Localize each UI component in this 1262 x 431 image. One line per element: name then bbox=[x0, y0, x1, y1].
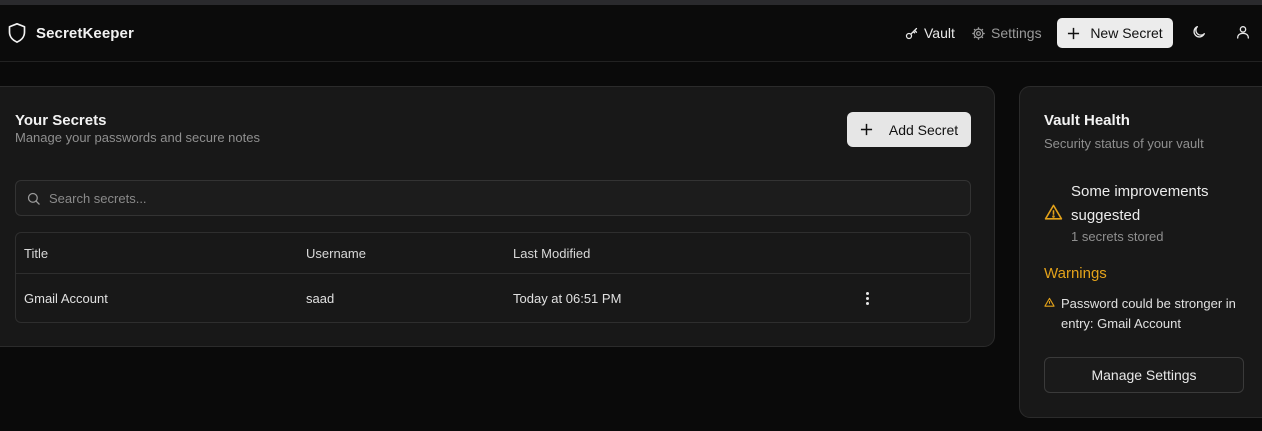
column-header-username[interactable]: Username bbox=[306, 246, 366, 261]
user-icon bbox=[1237, 26, 1249, 39]
app-header: SecretKeeper Vault Settings New Secret bbox=[0, 5, 1262, 62]
secrets-count: 1 secrets stored bbox=[1071, 229, 1164, 244]
secrets-subtitle: Manage your passwords and secure notes bbox=[15, 130, 260, 145]
new-secret-label: New Secret bbox=[1090, 25, 1163, 41]
nav-settings-label: Settings bbox=[991, 25, 1042, 41]
table-header: Title Username Last Modified bbox=[16, 233, 970, 274]
new-secret-button[interactable]: New Secret bbox=[1057, 18, 1173, 48]
plus-icon bbox=[1068, 27, 1080, 39]
vault-health-subtitle: Security status of your vault bbox=[1044, 136, 1204, 151]
search-box[interactable] bbox=[15, 180, 971, 216]
column-header-last-modified[interactable]: Last Modified bbox=[513, 246, 590, 261]
user-menu-button[interactable] bbox=[1235, 24, 1253, 42]
table-row[interactable]: Gmail Account saad Today at 06:51 PM bbox=[16, 274, 970, 322]
health-status: Some improvements suggested bbox=[1071, 183, 1209, 224]
vault-health-card: Vault Health Security status of your vau… bbox=[1019, 86, 1262, 418]
secrets-table: Title Username Last Modified Gmail Accou… bbox=[15, 232, 971, 323]
more-vertical-icon[interactable] bbox=[862, 289, 872, 307]
nav-settings[interactable]: Settings bbox=[971, 25, 1042, 41]
nav-vault[interactable]: Vault bbox=[904, 25, 955, 41]
secrets-card: Your Secrets Manage your passwords and s… bbox=[0, 86, 995, 347]
warnings-heading: Warnings bbox=[1044, 265, 1107, 282]
vault-health-title: Vault Health bbox=[1044, 112, 1130, 129]
row-title: Gmail Account bbox=[24, 291, 108, 306]
add-secret-button[interactable]: Add Secret bbox=[847, 112, 971, 147]
theme-toggle-button[interactable] bbox=[1191, 24, 1209, 42]
manage-settings-button[interactable]: Manage Settings bbox=[1044, 357, 1244, 393]
warning-triangle-icon bbox=[1044, 204, 1063, 220]
search-input[interactable] bbox=[49, 190, 929, 206]
moon-icon bbox=[1193, 26, 1205, 38]
plus-icon bbox=[860, 123, 872, 136]
gear-icon bbox=[972, 26, 985, 40]
row-username: saad bbox=[306, 291, 335, 306]
brand[interactable]: SecretKeeper bbox=[7, 22, 134, 44]
search-icon bbox=[27, 192, 40, 205]
column-header-title[interactable]: Title bbox=[24, 246, 48, 261]
warning-item: Password could be stronger in entry: Gma… bbox=[1061, 296, 1236, 331]
key-icon bbox=[905, 27, 918, 39]
shield-icon bbox=[8, 23, 26, 43]
warning-triangle-icon bbox=[1044, 297, 1055, 307]
row-modified: Today at 06:51 PM bbox=[513, 291, 622, 306]
brand-name: SecretKeeper bbox=[36, 24, 134, 42]
secrets-title: Your Secrets bbox=[15, 112, 107, 129]
nav-vault-label: Vault bbox=[924, 25, 955, 41]
add-secret-label: Add Secret bbox=[888, 121, 959, 138]
